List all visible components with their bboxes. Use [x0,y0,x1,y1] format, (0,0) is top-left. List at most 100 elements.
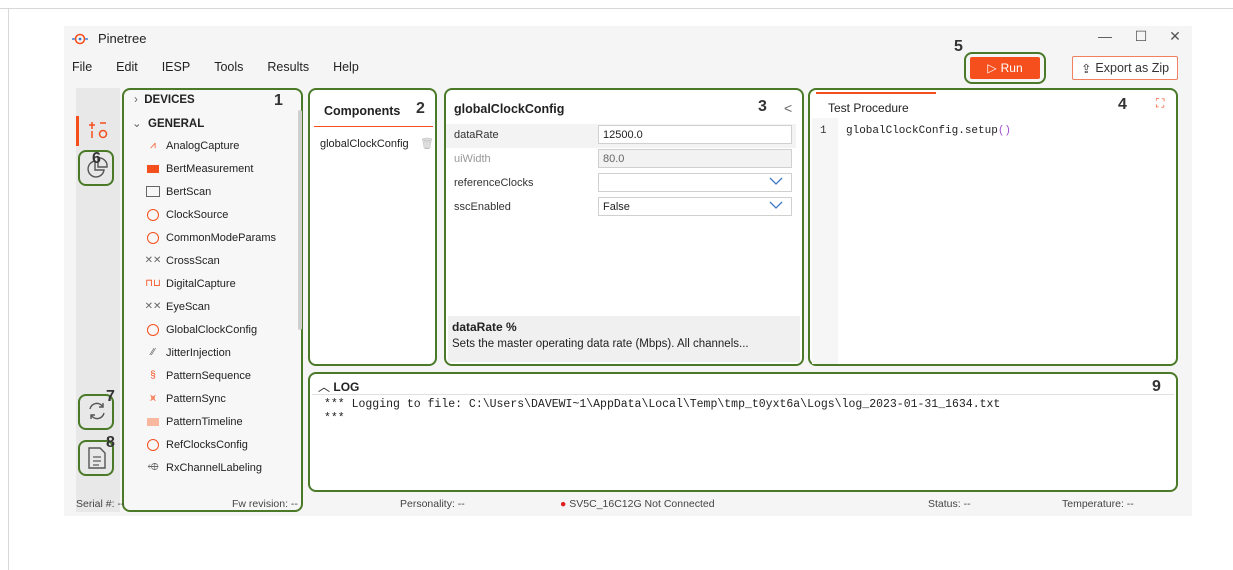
components-panel: Components 2 globalClockConfig 🗑 [308,88,437,366]
chevron-down-icon [769,201,783,209]
digital-wave-icon: ⊓⊔ [145,278,161,289]
tree-item-rxchannellabeling[interactable]: ⬲ RxChannelLabeling [146,456,296,479]
export-label: Export as Zip [1095,61,1170,75]
prop-row-uiwidth: uiWidth 80.0 [446,148,796,172]
status-device: ● SV5C_16C12G Not Connected [560,498,715,510]
callout-3: 3 [758,98,767,115]
component-tree-list: ⩘ AnalogCapture BertMeasurement BertScan … [144,134,296,479]
active-indicator [76,116,79,146]
procedure-panel: Test Procedure 4 ⛶ 1 globalClockConfig.s… [808,88,1178,366]
clock-icon [146,438,160,451]
menu-file[interactable]: File [72,60,92,78]
test-icon[interactable] [88,121,108,139]
tree-item-bertmeasurement[interactable]: BertMeasurement [146,157,296,180]
cross-pattern-icon: ✕✕ [144,255,162,266]
component-item-globalclockconfig[interactable]: globalClockConfig [320,138,409,150]
log-line-1: *** Logging to file: C:\Users\DAVEWI~1\A… [324,398,1001,411]
clock-icon [146,208,160,221]
prop-row-referenceclocks: referenceClocks [446,172,796,196]
tree-scrollbar[interactable] [298,110,302,330]
prop-row-sscenabled: sscEnabled False [446,196,796,220]
document-icon[interactable] [87,446,107,470]
config-title: globalClockConfig [454,102,565,116]
expand-icon[interactable]: ⛶ [1156,96,1164,111]
run-button[interactable]: ▷ Run [970,57,1040,79]
callout-2: 2 [416,100,425,117]
tree-item-jitterinjection[interactable]: ∕∕ JitterInjection [146,341,296,364]
minimize-button[interactable]: — [1091,28,1119,44]
referenceclocks-select[interactable] [598,173,792,192]
close-button[interactable]: ✕ [1161,28,1189,45]
export-icon: ⇪ [1080,61,1092,76]
tree-item-refclocksconfig[interactable]: RefClocksConfig [146,433,296,456]
menu-results[interactable]: Results [267,60,309,78]
menu-bar: File Edit IESP Tools Results Help [72,60,383,78]
chevron-down-icon [769,177,783,185]
chevron-down-icon: ⌄ [132,118,142,130]
clock-icon [146,323,160,336]
refresh-icon[interactable] [86,400,108,422]
callout-4: 4 [1118,96,1127,113]
general-header[interactable]: ⌄ GENERAL [132,116,204,130]
export-zip-button[interactable]: ⇪ Export as Zip [1072,56,1178,80]
sequence-icon: § [150,370,156,381]
sscenabled-select[interactable]: False [598,197,792,216]
datarate-input[interactable]: 12500.0 [598,125,792,144]
tree-item-patternsequence[interactable]: § PatternSequence [146,364,296,387]
chevron-up-icon: ︿ [318,380,331,394]
tree-item-patternsync[interactable]: ⩙ PatternSync [146,387,296,410]
code-editor[interactable]: globalClockConfig.setup() [846,125,1011,137]
menu-edit[interactable]: Edit [116,60,138,78]
help-box: dataRate % Sets the master operating dat… [448,316,800,362]
sync-wave-icon: ⩙ [150,393,156,404]
tab-test-procedure[interactable]: Test Procedure [816,92,936,118]
menu-tools[interactable]: Tools [214,60,243,78]
tree-item-patterntimeline[interactable]: PatternTimeline [146,410,296,433]
screenshot-border-left [8,8,9,570]
eye-pattern-icon: ✕✕ [144,301,162,312]
app-window: Pinetree — ☐ ✕ File Edit IESP Tools Resu… [64,26,1192,516]
callout-8: 8 [106,434,115,451]
scan-icon [146,186,160,198]
status-serial: Serial #: -- [76,498,125,510]
callout-7: 7 [106,388,115,405]
devices-panel: 1 › DEVICES ⌄ GENERAL ⩘ AnalogCapture Ber… [122,88,303,512]
counter-icon [146,163,160,175]
collapse-icon[interactable]: < [784,100,792,116]
tree-item-clocksource[interactable]: ClockSource [146,203,296,226]
status-fw-revision: Fw revision: -- [232,498,298,510]
callout-1: 1 [274,92,283,109]
link-icon: % [506,320,517,334]
window-title: Pinetree [98,31,147,46]
play-icon: ▷ [987,61,997,75]
menu-help[interactable]: Help [333,60,359,78]
maximize-button[interactable]: ☐ [1127,28,1155,45]
status-bar: Serial #: -- Fw revision: -- Personality… [76,498,1176,514]
menu-iesp[interactable]: IESP [162,60,191,78]
prop-row-datarate: dataRate 12500.0 [446,124,796,148]
status-status: Status: -- [928,498,971,510]
devices-header[interactable]: › DEVICES [134,94,195,106]
waveform-icon: ⩘ [150,140,156,151]
prop-name-referenceclocks: referenceClocks [454,177,534,189]
tree-item-commonmodeparams[interactable]: CommonModeParams [146,226,296,249]
tree-item-crossscan[interactable]: ✕✕ CrossScan [144,249,296,272]
tree-item-digitalcapture[interactable]: ⊓⊔ DigitalCapture [145,272,296,295]
gauge-icon [146,231,160,244]
help-text: Sets the master operating data rate (Mbp… [452,338,749,350]
disconnected-dot-icon: ● [560,498,567,510]
tree-item-globalclockconfig[interactable]: GlobalClockConfig [146,318,296,341]
tree-item-eyescan[interactable]: ✕✕ EyeScan [144,295,296,318]
run-label: Run [1000,61,1023,75]
log-header[interactable]: ︿ LOG [318,378,359,395]
prop-name-datarate: dataRate [454,129,499,141]
callout-5: 5 [954,38,963,55]
trash-icon[interactable]: 🗑 [420,137,434,150]
left-icon-bar: 6 7 8 [76,88,120,512]
tree-item-analogcapture[interactable]: ⩘ AnalogCapture [146,134,296,157]
tree-item-bertscan[interactable]: BertScan [146,180,296,203]
jitter-icon: ∕∕ [151,347,155,358]
screenshot-border-top [0,8,1233,9]
line-number: 1 [820,125,827,137]
help-title: dataRate % [452,320,517,334]
